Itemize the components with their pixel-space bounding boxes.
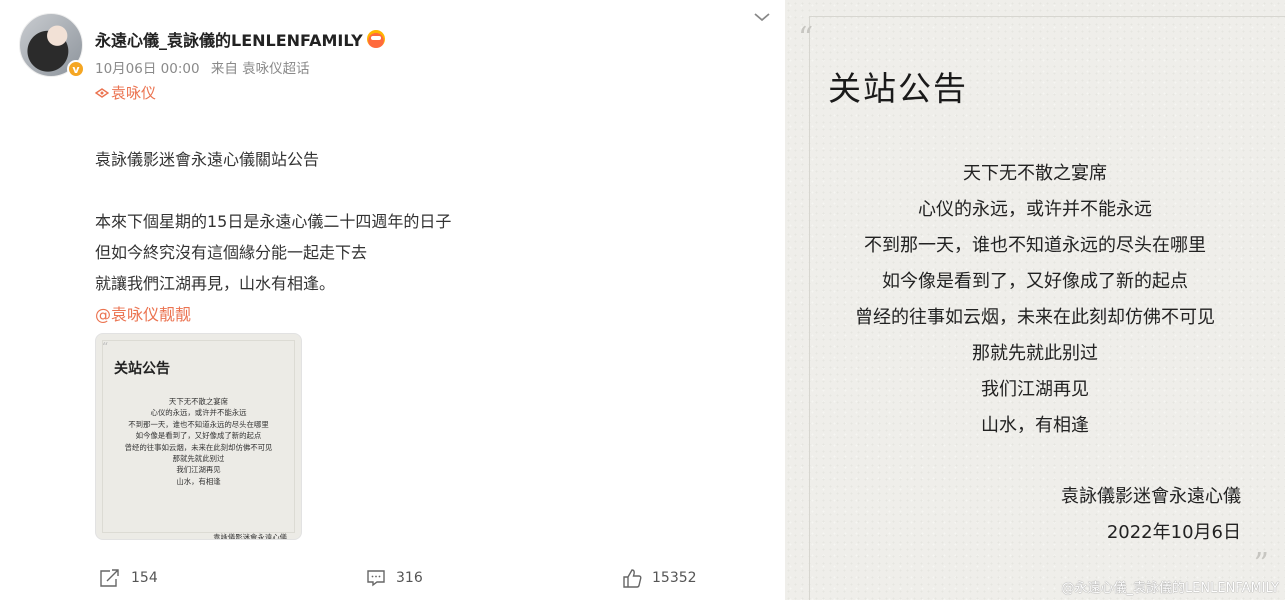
content-line: 就讓我們江湖再見，山水有相逢。 — [95, 274, 336, 293]
thumbnail-poem-line: 山水，有相逢 — [176, 476, 221, 486]
like-button[interactable]: 15352 — [622, 568, 697, 588]
thumbnail-poem-line: 如今像是看到了，又好像成了新的起点 — [135, 431, 262, 441]
preview-signature-block: 袁詠儀影迷會永遠心儀 2022年10月6日 — [1061, 479, 1241, 551]
location-tag[interactable]: 袁咏仪 — [95, 82, 156, 103]
thumbnail-open-quote: “ — [102, 340, 109, 354]
verified-badge-icon: v — [67, 60, 85, 78]
thumbnail-poem: 天下无不散之宴席 心仪的永远，或许并不能永远 不到那一天，谁也不知道永远的尽头在… — [96, 396, 301, 487]
comment-button[interactable]: 316 — [366, 568, 423, 588]
thumbnail-poem-line: 天下无不散之宴席 — [168, 397, 229, 406]
avatar[interactable]: v — [19, 13, 85, 78]
thumbnail-poem-line: 心仪的永远，或许并不能永远 — [150, 408, 247, 418]
repost-button[interactable]: 154 — [99, 568, 158, 588]
poem-line: 我们江湖再见 — [981, 379, 1089, 400]
thumbnail-poem-line: 我们江湖再见 — [176, 465, 221, 475]
content-line — [95, 175, 451, 206]
thumbnail-poem-line: 曾经的往事如云烟，未来在此刻却仿佛不可见 — [124, 442, 273, 452]
post-content: 袁詠儀影迷會永遠心儀關站公告 本來下個星期的15日是永遠心儀二十四週年的日子 但… — [95, 144, 451, 330]
post-meta: 10月06日 00:00 来自 袁咏仪超话 — [95, 57, 317, 77]
poem-line: 曾经的往事如云烟，未来在此刻却仿佛不可见 — [855, 307, 1215, 328]
action-bar: 154 316 15352 — [0, 568, 785, 592]
fan-badge-icon — [366, 30, 385, 48]
poem-line: 不到那一天，谁也不知道永远的尽头在哪里 — [864, 235, 1206, 256]
preview-title: 关站公告 — [828, 69, 968, 108]
like-count: 15352 — [652, 570, 697, 586]
comment-icon — [367, 570, 385, 587]
content-line: 本來下個星期的15日是永遠心儀二十四週年的日子 — [95, 212, 452, 231]
poem-line: 那就先就此别过 — [972, 343, 1098, 364]
chevron-down-icon[interactable] — [752, 8, 772, 26]
content-line: 袁詠儀影迷會永遠心儀關站公告 — [95, 150, 320, 169]
mention-link[interactable]: @袁咏仪靓靓 — [95, 299, 451, 330]
close-quote-mark: ” — [1253, 547, 1269, 582]
post-source[interactable]: 来自 袁咏仪超话 — [211, 61, 310, 77]
weibo-post: v 永遠心儀_袁詠儀的LENLENFAMILY 10月06日 00:00 来自 … — [0, 0, 785, 600]
preview-signature: 袁詠儀影迷會永遠心儀 — [1061, 486, 1241, 507]
repost-count: 154 — [131, 570, 158, 586]
location-tag-icon — [95, 87, 109, 98]
watermark: @永遠心儀_袁詠儀的LENLENFAMILY — [1061, 581, 1279, 596]
preview-date: 2022年10月6日 — [1106, 522, 1241, 543]
poem-line: 山水，有相逢 — [981, 415, 1089, 436]
username-link[interactable]: 永遠心儀_袁詠儀的LENLENFAMILY — [95, 27, 385, 51]
poem-line: 如今像是看到了，又好像成了新的起点 — [882, 271, 1188, 292]
thumbs-up-icon — [623, 569, 642, 588]
thumbnail-signature: 袁詠儀影迷會永遠心儀 — [213, 533, 287, 540]
comment-count: 316 — [396, 570, 423, 586]
open-quote-mark: “ — [798, 21, 814, 56]
post-time[interactable]: 10月06日 00:00 — [95, 61, 200, 77]
repost-icon — [100, 569, 119, 587]
thumbnail-title: 关站公告 — [114, 361, 170, 377]
image-preview[interactable]: “ 关站公告 天下无不散之宴席 心仪的永远，或许并不能永远 不到那一天，谁也不知… — [785, 0, 1285, 600]
poem-line: 天下无不散之宴席 — [963, 163, 1107, 184]
thumbnail-poem-line: 不到那一天，谁也不知道永远的尽头在哪里 — [128, 419, 269, 429]
preview-poem: 天下无不散之宴席 心仪的永远，或许并不能永远 不到那一天，谁也不知道永远的尽头在… — [785, 156, 1285, 444]
username-text[interactable]: 永遠心儀_袁詠儀的LENLENFAMILY — [95, 27, 363, 51]
location-label[interactable]: 袁咏仪 — [111, 82, 156, 103]
thumbnail-poem-line: 那就先就此别过 — [172, 454, 225, 464]
content-line: 但如今終究沒有這個緣分能一起走下去 — [95, 243, 368, 262]
poem-line: 心仪的永远，或许并不能永远 — [918, 199, 1152, 220]
post-image-thumbnail[interactable]: “ 关站公告 天下无不散之宴席 心仪的永远，或许并不能永远 不到那一天，谁也不知… — [95, 333, 302, 540]
